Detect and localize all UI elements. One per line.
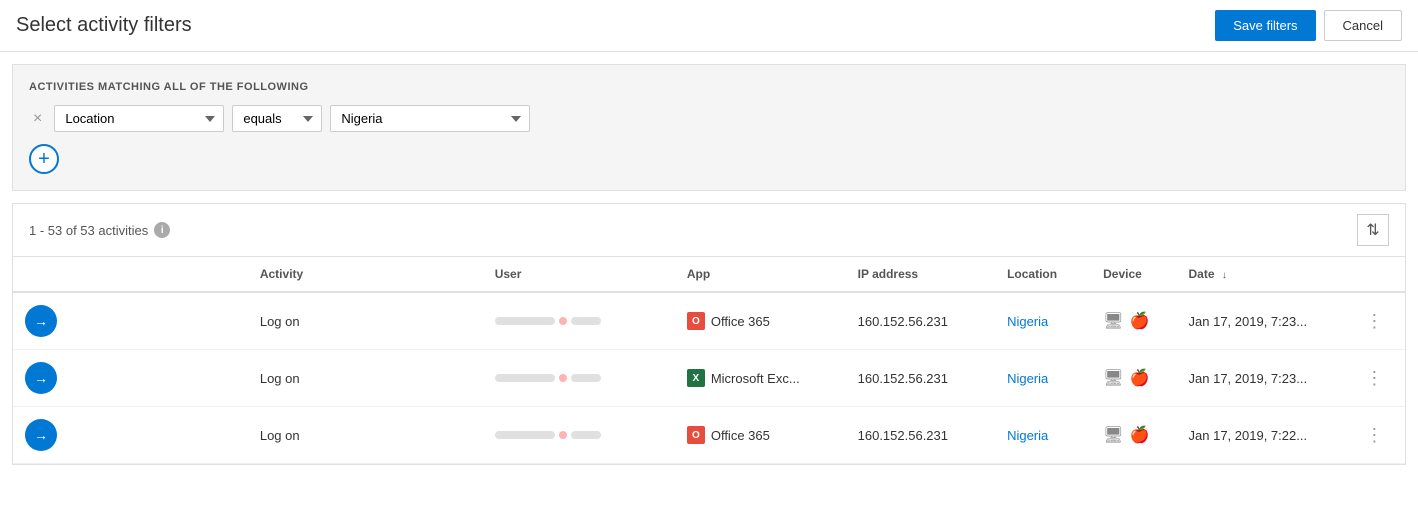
user-cell xyxy=(483,292,675,350)
activity-cell: Log on xyxy=(248,350,483,407)
location-cell: Nigeria xyxy=(995,350,1091,407)
location-link[interactable]: Nigeria xyxy=(1007,428,1048,443)
app-name: Office 365 xyxy=(711,428,770,443)
app-name: Microsoft Exc... xyxy=(711,371,800,386)
table-row: → Log on O Office 365 160.152.56.231 Nigeria 🖥… xyxy=(13,407,1405,464)
sort-arrow-icon: ↓ xyxy=(1222,270,1227,281)
device-icons: 🖥🍎 xyxy=(1103,311,1164,331)
user-avatar-dot xyxy=(559,374,567,382)
filter-section-label: ACTIVITIES MATCHING ALL OF THE FOLLOWING xyxy=(29,81,1389,93)
logon-icon: → xyxy=(25,305,57,337)
filter-section: ACTIVITIES MATCHING ALL OF THE FOLLOWING… xyxy=(12,64,1406,191)
user-cell xyxy=(483,407,675,464)
save-filters-button[interactable]: Save filters xyxy=(1215,10,1315,41)
header-actions: Save filters Cancel xyxy=(1215,10,1402,41)
user-avatar-dot xyxy=(559,431,567,439)
o365-icon: O xyxy=(687,312,705,330)
device-cell: 🖥🍎 xyxy=(1091,350,1176,407)
activity-icon-cell: → xyxy=(13,350,248,407)
apple-icon: 🍎 xyxy=(1129,368,1149,388)
location-link[interactable]: Nigeria xyxy=(1007,371,1048,386)
user-avatar-dot xyxy=(559,317,567,325)
more-actions-cell: ⋮ xyxy=(1347,292,1405,350)
page-header: Select activity filters Save filters Can… xyxy=(0,0,1418,52)
logon-icon: → xyxy=(25,419,57,451)
th-ip-address[interactable]: IP address xyxy=(846,257,995,292)
columns-button[interactable]: ⇅ xyxy=(1357,214,1389,246)
date-cell: Jan 17, 2019, 7:22... xyxy=(1177,407,1348,464)
more-actions-button[interactable]: ⋮ xyxy=(1359,366,1389,391)
device-icons: 🖥🍎 xyxy=(1103,368,1164,388)
table-header-row: Activity User App IP address Location De… xyxy=(13,257,1405,292)
activity-cell: Log on xyxy=(248,292,483,350)
more-actions-button[interactable]: ⋮ xyxy=(1359,423,1389,448)
user-detail-bar xyxy=(571,431,601,439)
ip-cell: 160.152.56.231 xyxy=(846,350,995,407)
user-detail-bar xyxy=(571,374,601,382)
add-filter-button[interactable]: + xyxy=(29,144,59,174)
monitor-icon: 🖥 xyxy=(1103,311,1123,331)
user-name-bar xyxy=(495,374,555,382)
user-name-bar xyxy=(495,431,555,439)
th-device[interactable]: Device xyxy=(1091,257,1176,292)
th-location[interactable]: Location xyxy=(995,257,1091,292)
device-cell: 🖥🍎 xyxy=(1091,292,1176,350)
app-name: Office 365 xyxy=(711,314,770,329)
filter-field-select[interactable]: Location xyxy=(54,105,224,132)
date-cell: Jan 17, 2019, 7:23... xyxy=(1177,292,1348,350)
location-link[interactable]: Nigeria xyxy=(1007,314,1048,329)
date-cell: Jan 17, 2019, 7:23... xyxy=(1177,350,1348,407)
filter-value-select[interactable]: Nigeria xyxy=(330,105,530,132)
user-detail-bar xyxy=(571,317,601,325)
monitor-icon: 🖥 xyxy=(1103,425,1123,445)
exc-icon: X xyxy=(687,369,705,387)
activity-icon-cell: → xyxy=(13,407,248,464)
filter-operator-select[interactable]: equals xyxy=(232,105,322,132)
user-placeholder xyxy=(495,317,663,325)
results-count: 1 - 53 of 53 activities i xyxy=(29,222,170,238)
location-cell: Nigeria xyxy=(995,292,1091,350)
app-cell: X Microsoft Exc... xyxy=(675,350,846,407)
filter-row: × Location equals Nigeria xyxy=(29,105,1389,132)
activity-table: Activity User App IP address Location De… xyxy=(13,257,1405,464)
device-icons: 🖥🍎 xyxy=(1103,425,1164,445)
results-summary-text: 1 - 53 of 53 activities xyxy=(29,223,148,238)
user-placeholder xyxy=(495,431,663,439)
app-cell: O Office 365 xyxy=(675,407,846,464)
more-actions-cell: ⋮ xyxy=(1347,350,1405,407)
th-actions xyxy=(1347,257,1405,292)
o365-icon: O xyxy=(687,426,705,444)
apple-icon: 🍎 xyxy=(1129,425,1149,445)
location-cell: Nigeria xyxy=(995,407,1091,464)
ip-cell: 160.152.56.231 xyxy=(846,407,995,464)
more-actions-cell: ⋮ xyxy=(1347,407,1405,464)
activity-cell: Log on xyxy=(248,407,483,464)
user-cell xyxy=(483,350,675,407)
th-date[interactable]: Date ↓ xyxy=(1177,257,1348,292)
results-section: 1 - 53 of 53 activities i ⇅ Activity Use… xyxy=(12,203,1406,465)
logon-icon: → xyxy=(25,362,57,394)
th-activity-icon xyxy=(13,257,248,292)
user-name-bar xyxy=(495,317,555,325)
more-actions-button[interactable]: ⋮ xyxy=(1359,309,1389,334)
table-row: → Log on X Microsoft Exc... 160.152.56.231 Ni… xyxy=(13,350,1405,407)
page-title: Select activity filters xyxy=(16,14,192,37)
results-header: 1 - 53 of 53 activities i ⇅ xyxy=(13,204,1405,257)
th-app[interactable]: App xyxy=(675,257,846,292)
columns-icon: ⇅ xyxy=(1366,220,1379,240)
cancel-button[interactable]: Cancel xyxy=(1324,10,1402,41)
info-icon: i xyxy=(154,222,170,238)
activity-icon-cell: → xyxy=(13,292,248,350)
monitor-icon: 🖥 xyxy=(1103,368,1123,388)
user-placeholder xyxy=(495,374,663,382)
remove-filter-button[interactable]: × xyxy=(29,109,46,129)
add-filter-icon: + xyxy=(38,149,50,169)
th-user[interactable]: User xyxy=(483,257,675,292)
th-activity[interactable]: Activity xyxy=(248,257,483,292)
apple-icon: 🍎 xyxy=(1129,311,1149,331)
ip-cell: 160.152.56.231 xyxy=(846,292,995,350)
app-cell: O Office 365 xyxy=(675,292,846,350)
table-row: → Log on O Office 365 160.152.56.231 Nigeria 🖥… xyxy=(13,292,1405,350)
device-cell: 🖥🍎 xyxy=(1091,407,1176,464)
